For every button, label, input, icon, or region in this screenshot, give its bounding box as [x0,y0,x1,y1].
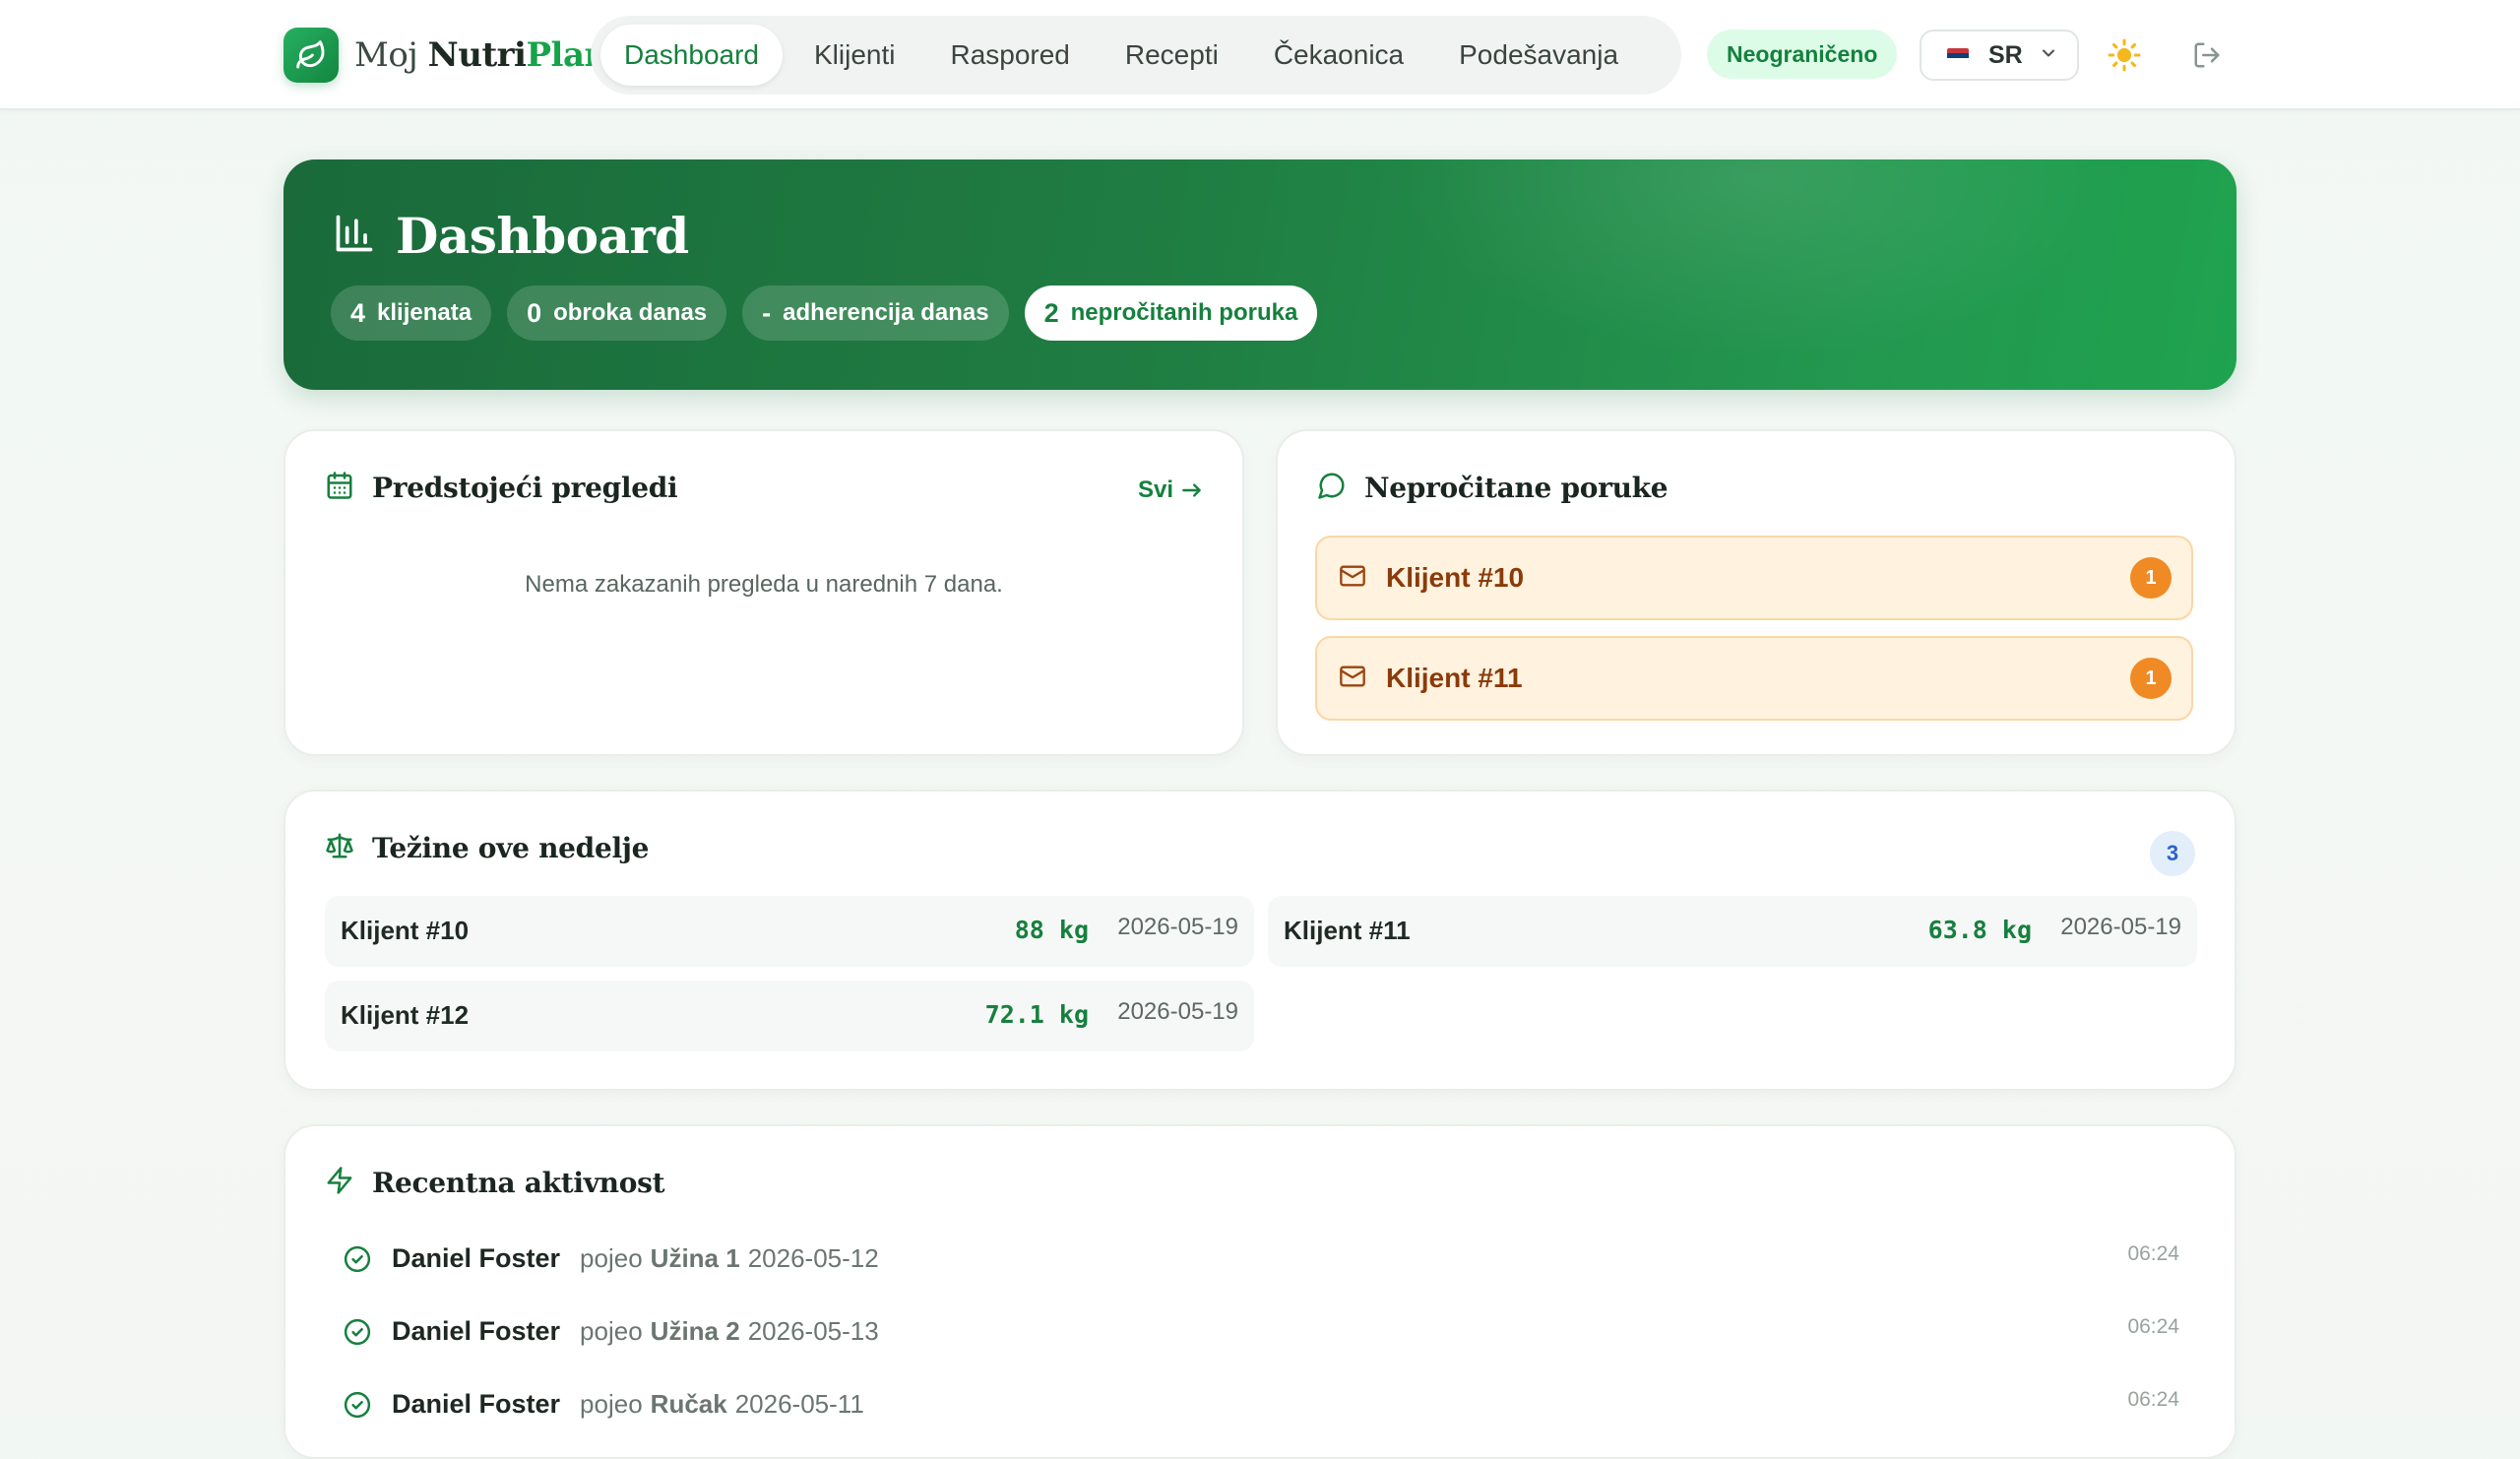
top-navigation-bar: Moj NutriPlan Dashboard Klijenti Raspore… [0,0,2520,110]
activity-client-name[interactable]: Daniel Foster [392,1316,560,1347]
nav-recepti[interactable]: Recepti [1102,25,1242,86]
activity-meal: Ručak [650,1388,727,1419]
activity-client-name[interactable]: Daniel Foster [392,1389,560,1420]
card-header: Nepročitane poruke [1317,471,1669,505]
stat-meals-today: 0 obroka danas [507,285,727,341]
weekly-weights-card: Težine ove nedelje 3 Klijent #10 88 kg 2… [284,790,2236,1091]
view-all-link[interactable]: Svi [1138,476,1205,504]
card-title: Recentna aktivnost [372,1167,665,1199]
nav-raspored[interactable]: Raspored [926,25,1093,86]
card-header: Recentna aktivnost [325,1166,665,1200]
weight-row[interactable]: Klijent #10 88 kg 2026-05-19 [325,896,1254,967]
empty-state-text: Nema zakazanih pregleda u narednih 7 dan… [525,571,1003,598]
weight-date: 2026-05-19 [2060,914,2181,940]
activity-meal: Užina 1 [650,1242,740,1273]
leaf-icon [284,28,339,83]
stat-value: 4 [350,297,366,328]
message-client-name: Klijent #10 [1386,562,1525,593]
upcoming-appointments-card: Predstojeći pregledi Svi Nema zakazanih … [284,429,1244,756]
stat-unread-messages[interactable]: 2 nepročitanih poruka [1024,285,1318,341]
activity-client-name[interactable]: Daniel Foster [392,1243,560,1274]
unread-count-badge: 1 [2130,557,2172,599]
stat-adherence-today: - adherencija danas [742,285,1009,341]
logout-icon[interactable] [2185,33,2229,77]
message-client-name: Klijent #11 [1386,663,1523,693]
weight-value: 88 kg [1014,916,1089,944]
card-header: Predstojeći pregledi [325,471,678,505]
unread-messages-card: Nepročitane poruke Klijent #10 1 Klijent… [1276,429,2236,756]
view-all-label: Svi [1137,476,1173,503]
stat-label: adherencija danas [783,299,989,326]
activity-meal: Užina 2 [650,1315,740,1346]
language-select[interactable]: SR [1920,30,2079,81]
mail-icon [1339,562,1366,595]
chevron-down-icon [2039,41,2058,70]
brand-name: Moj NutriPlan [354,35,608,75]
stat-label: obroka danas [553,299,708,326]
chat-bubble-icon [1317,471,1347,505]
language-code: SR [1988,40,2023,69]
weight-date: 2026-05-19 [1117,914,1238,940]
check-circle-icon [343,1244,372,1279]
activity-item: Daniel Foster pojeo Ručak 2026-05-11 [392,1384,864,1424]
activity-item: Daniel Foster pojeo Užina 1 2026-05-12 [392,1238,879,1278]
count-badge: 3 [2150,831,2195,876]
card-title: Nepročitane poruke [1364,472,1669,504]
activity-verb: pojeo [580,1315,643,1346]
weight-value: 63.8 kg [1927,916,2032,944]
bar-chart-icon [333,212,376,260]
check-circle-icon [343,1390,372,1425]
weight-row[interactable]: Klijent #12 72.1 kg 2026-05-19 [325,981,1254,1051]
serbia-flag-icon [1947,47,1969,63]
activity-date: 2026-05-12 [747,1242,879,1273]
brand-nutri: Nutri [427,35,527,75]
activity-date: 2026-05-13 [747,1315,879,1346]
nav-cekaonica[interactable]: Čekaonica [1250,25,1427,86]
brand-logo-link[interactable]: Moj NutriPlan [284,28,608,83]
stat-clients: 4 klijenata [331,285,492,341]
stat-value: 0 [527,297,542,328]
activity-date: 2026-05-11 [734,1388,864,1419]
card-header: Težine ove nedelje [325,831,649,865]
sun-icon[interactable] [2103,33,2146,77]
activity-verb: pojeo [580,1388,643,1419]
nav-podesavanja[interactable]: Podešavanja [1435,25,1642,86]
activity-time: 06:24 [2127,1242,2179,1265]
scale-icon [325,831,354,865]
dashboard-hero: Dashboard 4 klijenata 0 obroka danas - adhe… [284,159,2236,390]
stat-label: klijenata [377,299,472,326]
main-nav: Dashboard Klijenti Raspored Recepti Čeka… [591,16,1681,95]
nav-dashboard[interactable]: Dashboard [600,25,783,86]
weight-value: 72.1 kg [984,1000,1089,1029]
stat-label: nepročitanih poruka [1070,299,1298,326]
brand-moj: Moj [354,35,428,75]
message-item[interactable]: Klijent #11 1 [1315,636,2193,721]
message-item[interactable]: Klijent #10 1 [1315,536,2193,620]
activity-time: 06:24 [2127,1388,2179,1411]
stat-value: 2 [1043,297,1059,328]
hero-stats: 4 klijenata 0 obroka danas - adherencija da… [331,285,1333,341]
unread-count-badge: 1 [2130,658,2172,699]
lightning-icon [325,1166,354,1200]
activity-item: Daniel Foster pojeo Užina 2 2026-05-13 [392,1311,879,1351]
stat-value: - [762,297,772,328]
check-circle-icon [343,1317,372,1352]
calendar-icon [325,471,354,505]
weight-client-name: Klijent #11 [1284,916,1411,945]
activity-verb: pojeo [580,1242,643,1273]
nav-klijenti[interactable]: Klijenti [790,25,918,86]
card-title: Težine ove nedelje [372,832,650,864]
weight-client-name: Klijent #12 [341,1000,470,1030]
hero-title-row: Dashboard [333,207,689,265]
weight-client-name: Klijent #10 [341,916,470,945]
plan-badge: Neograničeno [1707,30,1898,79]
weight-date: 2026-05-19 [1117,998,1238,1025]
arrow-right-icon [1179,477,1205,503]
mail-icon [1339,663,1366,695]
page-title: Dashboard [396,207,689,265]
activity-time: 06:24 [2127,1315,2179,1338]
card-title: Predstojeći pregledi [372,472,678,504]
weight-row[interactable]: Klijent #11 63.8 kg 2026-05-19 [1268,896,2197,967]
